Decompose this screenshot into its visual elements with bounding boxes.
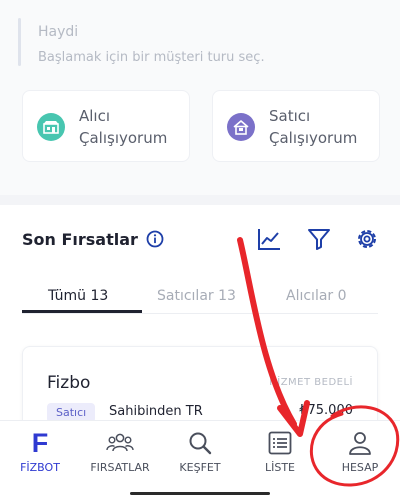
opportunity-title: Fizbo (47, 373, 91, 393)
seller-role-label: Satıcı Çalışıyorum (269, 105, 357, 149)
opportunity-source: Sahibinden TR (109, 404, 203, 419)
list-icon (268, 431, 292, 455)
fizbot-logo: F (31, 428, 49, 458)
bottom-nav: F FİZBOT FIRSATLAR KEŞFET LİSTE HESAP (0, 420, 400, 500)
nav-item-firsatlar[interactable]: FIRSATLAR (80, 429, 160, 479)
nav-item-kesfet[interactable]: KEŞFET (160, 429, 240, 479)
buyer-role-line1: Alıcı (79, 107, 111, 125)
nav-item-fizbot[interactable]: F FİZBOT (0, 429, 80, 479)
intro-accent-bar (18, 18, 21, 66)
nav-label-hesap: HESAP (341, 461, 379, 474)
buyer-role-label: Alıcı Çalışıyorum (79, 105, 167, 149)
seller-role-card[interactable]: Satıcı Çalışıyorum (212, 90, 380, 162)
tab-buyers[interactable]: Alıcılar 0 (286, 288, 347, 304)
seller-role-line1: Satıcı (269, 107, 311, 125)
buyer-role-card[interactable]: Alıcı Çalışıyorum (22, 90, 190, 162)
info-icon[interactable] (146, 230, 164, 248)
store-icon (37, 113, 65, 141)
tab-all[interactable]: Tümü 13 (48, 288, 108, 304)
seller-role-line2: Çalışıyorum (269, 129, 358, 147)
buyer-role-line2: Çalışıyorum (79, 129, 168, 147)
nav-label-fizbot: FİZBOT (20, 461, 60, 474)
intro-subtitle: Başlamak için bir müşteri turu seç. (38, 50, 265, 65)
opportunity-tabs: Tümü 13 Satıcılar 13 Alıcılar 0 (22, 284, 378, 314)
nav-label-firsatlar: FIRSATLAR (90, 461, 150, 474)
search-icon (189, 432, 212, 455)
home-indicator (130, 492, 270, 495)
active-tab-indicator (22, 310, 142, 313)
chart-icon[interactable] (256, 226, 282, 252)
house-icon (227, 113, 255, 141)
nav-label-kesfet: KEŞFET (179, 461, 221, 474)
opportunity-price: ₺75.000 (299, 403, 353, 418)
intro-panel: Haydi Başlamak için bir müşteri turu seç… (0, 0, 400, 195)
filter-icon[interactable] (306, 226, 332, 252)
intro-greeting: Haydi (38, 24, 79, 40)
section-title: Son Fırsatlar (22, 230, 138, 249)
nav-item-liste[interactable]: LİSTE (240, 429, 320, 479)
tab-sellers[interactable]: Satıcılar 13 (157, 288, 236, 304)
nav-label-liste: LİSTE (264, 461, 296, 474)
people-icon (106, 433, 134, 452)
settings-icon[interactable] (354, 226, 380, 252)
nav-item-hesap[interactable]: HESAP (320, 429, 400, 479)
person-icon (349, 432, 371, 455)
service-fee-label: HİZMET BEDELİ (269, 377, 353, 388)
section-divider (0, 195, 400, 205)
